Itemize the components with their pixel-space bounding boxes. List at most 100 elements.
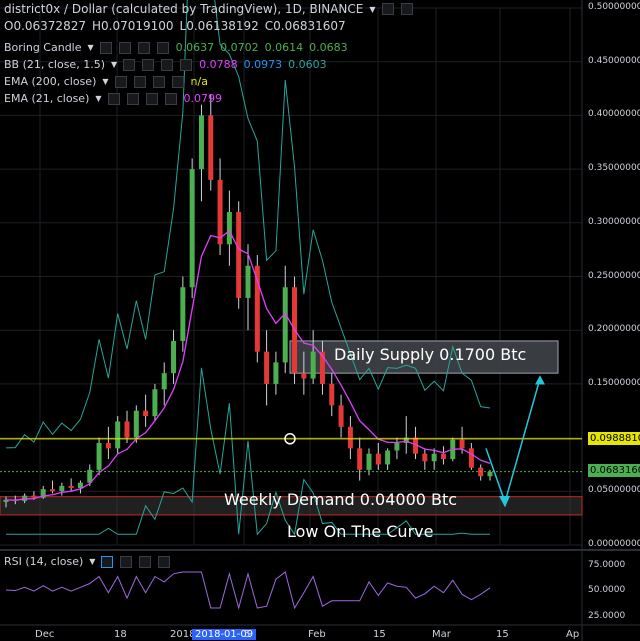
indicator-value: 0.0799: [183, 92, 223, 105]
candle-body: [385, 450, 391, 465]
candle-body: [375, 453, 381, 465]
curve-label: Low On The Curve: [287, 522, 434, 541]
indicator-label[interactable]: EMA (200, close): [4, 75, 96, 88]
settings-icon[interactable]: [133, 75, 146, 88]
close-icon[interactable]: [145, 92, 158, 105]
candle-body: [31, 495, 37, 498]
rsi-header[interactable]: RSI (14, close) ▼: [4, 555, 171, 568]
indicator-row-2[interactable]: EMA (200, close) ▼ n/a: [4, 75, 208, 88]
price-tick: 0.40000000: [588, 109, 640, 120]
close-icon[interactable]: [152, 75, 165, 88]
indicator-row-0[interactable]: Boring Candle ▼ 0.0637 0.0702 0.0614 0.0…: [4, 41, 348, 54]
indicator-label[interactable]: EMA (21, close): [4, 92, 89, 105]
rsi-tick: 50.0000: [588, 585, 626, 595]
indicator-label[interactable]: BB (21, close, 1.5): [4, 58, 105, 71]
indicator-value: 0.0788: [199, 58, 238, 71]
settings-icon[interactable]: [381, 3, 394, 15]
candle-body: [96, 442, 102, 470]
candle-body: [468, 448, 474, 468]
candle-body: [152, 389, 158, 417]
ohlc-low: L0.06138192: [179, 19, 259, 33]
more-icon[interactable]: [158, 555, 171, 568]
indicator-value: 0.0637: [175, 41, 215, 54]
projection-arrow: [485, 378, 541, 505]
price-tick: 0.15000000: [588, 377, 640, 388]
indicator-value: 0.0702: [220, 41, 259, 54]
candle-body: [59, 485, 65, 492]
settings-icon[interactable]: [118, 41, 131, 54]
candle-body: [115, 421, 121, 449]
candle-body: [338, 405, 344, 427]
price-tick: 0.05000000: [588, 485, 640, 496]
indicator-value: 0.0603: [288, 58, 327, 71]
candle-body: [161, 373, 167, 390]
candle-body: [50, 489, 56, 492]
symbol-header: district0x / Dollar (calculated by Tradi…: [4, 2, 414, 16]
candle-body: [189, 169, 195, 288]
chevron-down-icon[interactable]: ▼: [111, 60, 117, 69]
eye-icon[interactable]: [123, 58, 136, 71]
candle-body: [264, 351, 270, 384]
settings-icon[interactable]: [120, 555, 133, 568]
close-icon[interactable]: [139, 555, 152, 568]
close-icon[interactable]: [161, 58, 174, 71]
price-tick: 0.25000000: [588, 270, 640, 281]
ohlc-open: O0.06372827: [4, 19, 86, 33]
close-icon[interactable]: [137, 41, 150, 54]
time-tick: 5: [244, 629, 251, 640]
candle-body: [124, 421, 130, 438]
candle-body: [422, 453, 428, 462]
eye-icon[interactable]: [114, 75, 127, 88]
candle-body: [105, 442, 111, 449]
time-tick: Dec: [35, 629, 55, 640]
settings-icon[interactable]: [142, 58, 155, 71]
time-tick: 15: [496, 629, 509, 640]
indicator-label[interactable]: Boring Candle: [4, 41, 82, 54]
candle-body: [208, 115, 214, 180]
more-icon[interactable]: [156, 41, 169, 54]
chevron-down-icon[interactable]: ▼: [88, 43, 94, 52]
candle-body: [357, 448, 363, 470]
supply-label: Daily Supply 0.1700 Btc: [334, 345, 527, 364]
candle-body: [459, 439, 465, 449]
arrow-head-up: [535, 375, 545, 385]
price-tick: 0.45000000: [588, 55, 640, 66]
time-tick: Feb: [308, 629, 326, 640]
indicator-value: 0.0614: [264, 41, 304, 54]
chevron-down-icon[interactable]: ▼: [102, 77, 108, 86]
eye-icon[interactable]: [101, 555, 114, 568]
close-icon[interactable]: [400, 3, 413, 15]
settings-icon[interactable]: [126, 92, 139, 105]
candle-body: [347, 426, 353, 449]
price-tick: 0.00000000: [588, 539, 640, 549]
ohlc-row: O0.06372827 H0.07019100 L0.06138192 C0.0…: [4, 19, 346, 33]
eye-icon[interactable]: [107, 92, 120, 105]
candle-body: [217, 179, 223, 245]
chevron-down-icon[interactable]: ▼: [95, 94, 101, 103]
time-tick: Ap: [566, 629, 580, 640]
indicator-row-1[interactable]: BB (21, close, 1.5) ▼ 0.0788 0.0973 0.06…: [4, 58, 327, 71]
candle-body: [282, 287, 288, 363]
more-icon[interactable]: [171, 75, 184, 88]
candle-body: [236, 212, 242, 298]
candle-body: [171, 340, 177, 374]
rsi-tick: 25.0000: [588, 611, 626, 621]
symbol-title[interactable]: district0x / Dollar (calculated by Tradi…: [4, 2, 363, 16]
rsi-label[interactable]: RSI (14, close): [4, 555, 83, 568]
indicator-value: 0.0683: [309, 41, 348, 54]
chevron-down-icon[interactable]: ▼: [89, 557, 95, 566]
time-tick: Mar: [432, 629, 451, 640]
candle-body: [366, 453, 372, 470]
candle-body: [394, 442, 400, 451]
candle-body: [180, 287, 186, 341]
candle-body: [133, 410, 139, 438]
more-icon[interactable]: [180, 58, 193, 71]
more-icon[interactable]: [164, 92, 177, 105]
eye-icon[interactable]: [99, 41, 112, 54]
indicator-row-3[interactable]: EMA (21, close) ▼ 0.0799: [4, 92, 222, 105]
candle-body: [68, 485, 74, 489]
candle-body: [310, 351, 316, 379]
chevron-down-icon[interactable]: ▼: [369, 5, 375, 14]
price-tick: 0.50000000: [588, 2, 640, 12]
rsi-line: [5, 571, 491, 610]
